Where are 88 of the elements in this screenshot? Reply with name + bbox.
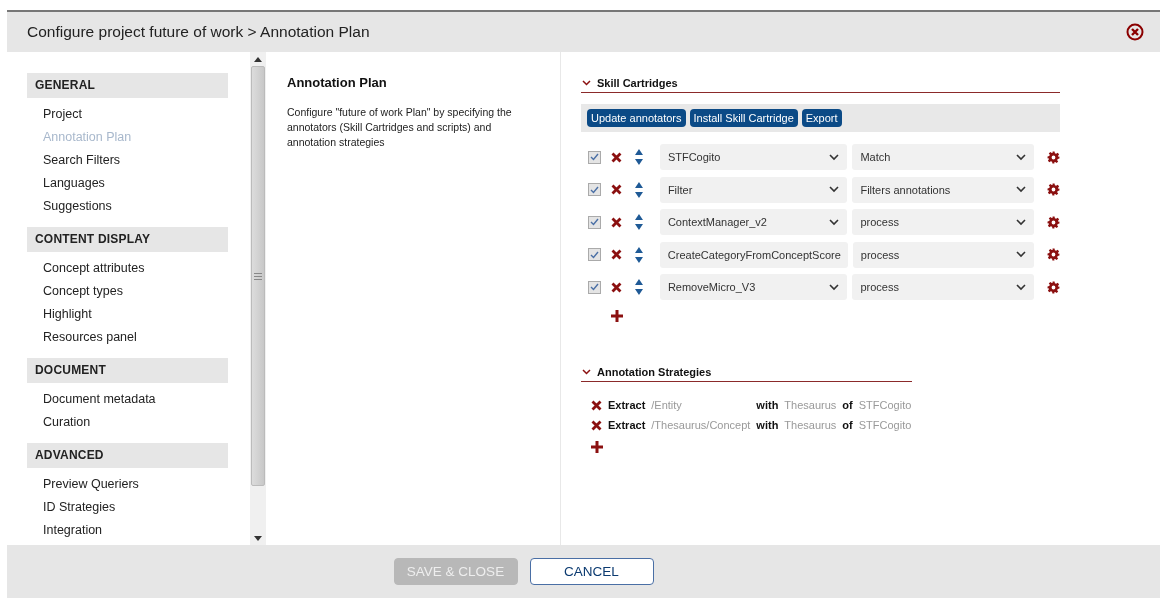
nav-link[interactable]: Suggestions (43, 195, 112, 218)
page-heading: Annotation Plan (287, 75, 388, 90)
annotator-dropdown[interactable]: CreateCategoryFromConceptScore (659, 241, 848, 268)
function-dropdown[interactable]: process (852, 274, 1035, 300)
toolbar-button[interactable]: Update annotators (587, 109, 686, 127)
add-icon[interactable] (591, 441, 603, 453)
settings-icon[interactable] (1047, 280, 1060, 294)
scroll-up-icon[interactable] (254, 56, 262, 62)
checkbox[interactable] (588, 215, 601, 229)
section-header: DOCUMENT (27, 358, 228, 383)
delete-icon[interactable] (610, 151, 622, 163)
caret-icon (1016, 186, 1027, 193)
sort-icon[interactable] (634, 279, 643, 295)
function-dropdown[interactable]: Filters annotations (852, 176, 1035, 203)
caret-icon (829, 153, 840, 161)
sort-icon[interactable] (634, 149, 643, 165)
cancel-button[interactable]: CANCEL (529, 558, 654, 585)
nav-link[interactable]: Preview Queriers (43, 473, 139, 496)
nav-link[interactable]: Integration (43, 519, 103, 542)
checkbox[interactable] (588, 248, 601, 261)
section-title: Skill Cartridges (597, 77, 678, 89)
section-header: CONTENT DISPLAY (27, 227, 228, 252)
window-title: Configure project future of work > Annotation Plan (27, 23, 370, 41)
page-description: Configure "future of work Plan" by specifying the annotators (Skill Cartridges and scripts) and annotation strategies (287, 105, 513, 150)
delete-icon[interactable] (610, 216, 622, 228)
chevron-icon[interactable] (582, 369, 591, 375)
caret-icon (1016, 283, 1027, 291)
section-title: Annotation Strategies (597, 366, 712, 378)
settings-icon[interactable] (1047, 150, 1060, 164)
delete-icon[interactable] (591, 419, 602, 431)
delete-icon[interactable] (610, 249, 622, 260)
add-icon[interactable] (611, 310, 623, 322)
of-label: of (842, 419, 853, 431)
action-label: Extract (608, 399, 646, 411)
annotator-dropdown[interactable]: RemoveMicro_V3 (659, 274, 848, 300)
source-label: Thesaurus (784, 419, 837, 431)
caret-icon (829, 283, 840, 291)
of-label: of (842, 399, 853, 411)
sort-icon[interactable] (634, 181, 643, 198)
with-label: with (756, 399, 779, 411)
action-label: Extract (608, 419, 646, 431)
function-dropdown[interactable]: process (852, 241, 1035, 268)
close-icon[interactable] (1126, 23, 1144, 41)
sort-icon[interactable] (634, 246, 643, 263)
nav-link[interactable]: Concept types (43, 280, 123, 303)
annotator-dropdown[interactable]: Filter (659, 176, 848, 203)
target-label: STFCogito (858, 419, 912, 431)
grip-icon (254, 272, 262, 280)
toolbar-button[interactable]: Install Skill Cartridge (689, 109, 798, 127)
checkbox[interactable] (588, 183, 601, 196)
caret-icon (829, 218, 840, 226)
section-header: GENERAL (27, 73, 228, 98)
scrollbar[interactable] (250, 52, 266, 545)
delete-icon[interactable] (610, 184, 622, 195)
settings-icon[interactable] (1047, 248, 1060, 261)
caret-icon (829, 186, 840, 193)
settings-icon[interactable] (1047, 183, 1060, 196)
settings-icon[interactable] (1047, 215, 1060, 229)
path-label: /Thesaurus/Concept (651, 419, 751, 431)
scroll-down-icon[interactable] (254, 535, 262, 541)
annotator-dropdown[interactable]: STFCogito (659, 144, 848, 170)
caret-icon (1016, 218, 1027, 226)
nav-link[interactable]: Document metadata (43, 388, 156, 411)
nav-link[interactable]: Project (43, 103, 82, 126)
chevron-icon[interactable] (582, 80, 591, 86)
caret-icon (1016, 251, 1027, 258)
annotator-dropdown[interactable]: ContextManager_v2 (659, 209, 848, 235)
target-label: STFCogito (858, 399, 912, 411)
caret-icon (1016, 153, 1027, 161)
nav-link[interactable]: Concept attributes (43, 257, 145, 280)
function-dropdown[interactable]: process (852, 209, 1035, 235)
nav-link[interactable]: Curation (43, 411, 91, 434)
nav-link[interactable]: Highlight (43, 303, 92, 326)
toolbar-button[interactable]: Export (801, 109, 842, 127)
section-header: ADVANCED (27, 443, 228, 468)
function-dropdown[interactable]: Match (852, 144, 1035, 170)
nav-link[interactable]: Resources panel (43, 326, 137, 349)
nav-link[interactable]: ID Strategies (43, 496, 116, 519)
checkbox[interactable] (588, 150, 601, 164)
with-label: with (756, 419, 779, 431)
delete-icon[interactable] (591, 399, 602, 411)
nav-link[interactable]: Search Filters (43, 149, 121, 172)
delete-icon[interactable] (610, 281, 622, 293)
nav-link[interactable]: Languages (43, 172, 105, 195)
checkbox[interactable] (588, 280, 601, 294)
path-label: /Entity (651, 399, 683, 411)
source-label: Thesaurus (784, 399, 837, 411)
sort-icon[interactable] (634, 214, 643, 230)
